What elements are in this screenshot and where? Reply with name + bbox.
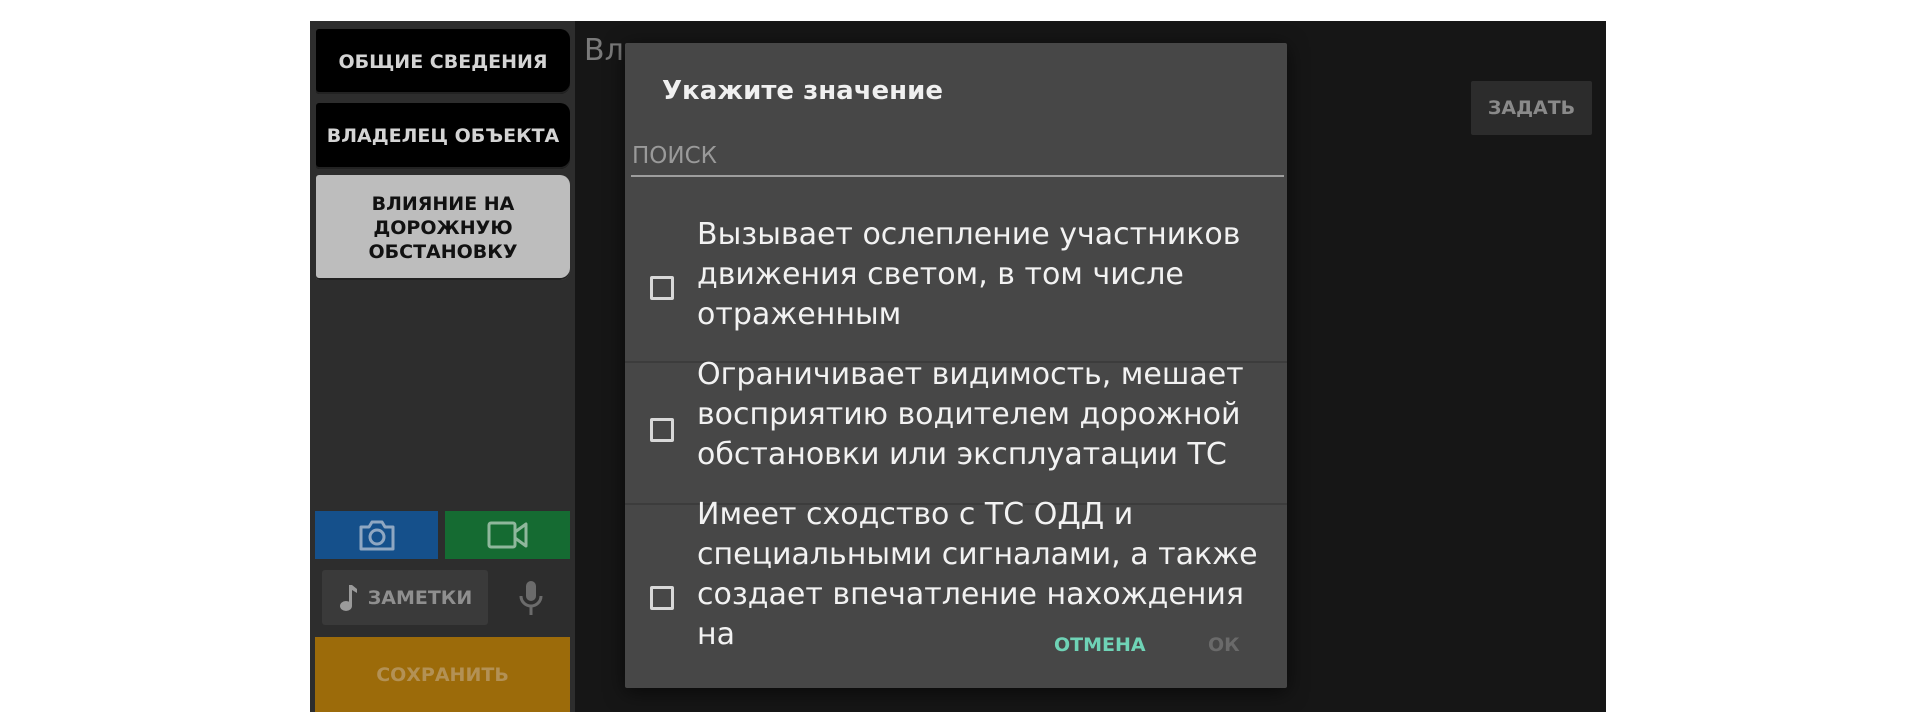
- checkbox[interactable]: [650, 418, 674, 442]
- music-note-icon: [339, 584, 357, 611]
- microphone-button[interactable]: [509, 574, 553, 622]
- save-button[interactable]: СОХРАНИТЬ: [315, 637, 570, 712]
- notes-label: ЗАМЕТКИ: [367, 586, 473, 609]
- select-value-dialog: Укажите значение Вызывает ослепление уча…: [625, 43, 1287, 688]
- option-text: Вызывает ослепление участников движения …: [697, 217, 1241, 332]
- dialog-title: Укажите значение: [662, 76, 943, 106]
- ok-button[interactable]: ОК: [1208, 634, 1240, 656]
- tab-traffic-impact[interactable]: ВЛИЯНИЕ НА ДОРОЖНУЮ ОБСТАНОВКУ: [316, 175, 570, 280]
- tab-label: ОБЩИЕ СВЕДЕНИЯ: [338, 50, 548, 73]
- cancel-button[interactable]: ОТМЕНА: [1054, 634, 1146, 656]
- tab-label: ВЛАДЕЛЕЦ ОБЪЕКТА: [326, 125, 560, 147]
- list-item[interactable]: Имеет сходство с ТС ОДД и специальными с…: [625, 497, 1287, 652]
- checkbox[interactable]: [650, 586, 674, 610]
- set-button[interactable]: ЗАДАТЬ: [1471, 81, 1592, 135]
- page-title: Вл: [584, 33, 624, 68]
- app-screen: ОБЩИЕ СВЕДЕНИЯ ВЛАДЕЛЕЦ ОБЪЕКТА ВЛИЯНИЕ …: [310, 21, 1606, 712]
- tab-label: ВЛИЯНИЕ НА ДОРОЖНУЮ ОБСТАНОВКУ: [368, 192, 518, 263]
- video-button[interactable]: [445, 511, 570, 559]
- set-label: ЗАДАТЬ: [1487, 97, 1576, 119]
- option-text: Имеет сходство с ТС ОДД и специальными с…: [697, 497, 1258, 652]
- option-list: Вызывает ослепление участников движения …: [625, 217, 1287, 652]
- photo-button[interactable]: [315, 511, 438, 559]
- list-item[interactable]: Ограничивает видимость, мешает восприяти…: [625, 357, 1287, 505]
- list-item[interactable]: Вызывает ослепление участников движения …: [625, 217, 1287, 363]
- video-camera-icon: [487, 521, 527, 549]
- microphone-icon: [519, 581, 543, 615]
- tab-general-info[interactable]: ОБЩИЕ СВЕДЕНИЯ: [316, 29, 570, 94]
- sidebar: ОБЩИЕ СВЕДЕНИЯ ВЛАДЕЛЕЦ ОБЪЕКТА ВЛИЯНИЕ …: [310, 21, 575, 712]
- option-text: Ограничивает видимость, мешает восприяти…: [697, 357, 1244, 472]
- search-input[interactable]: [631, 137, 1284, 177]
- notes-button[interactable]: ЗАМЕТКИ: [322, 570, 488, 625]
- checkbox[interactable]: [650, 276, 674, 300]
- tab-object-owner[interactable]: ВЛАДЕЛЕЦ ОБЪЕКТА: [316, 103, 570, 169]
- save-label: СОХРАНИТЬ: [376, 663, 509, 686]
- camera-icon: [359, 520, 394, 551]
